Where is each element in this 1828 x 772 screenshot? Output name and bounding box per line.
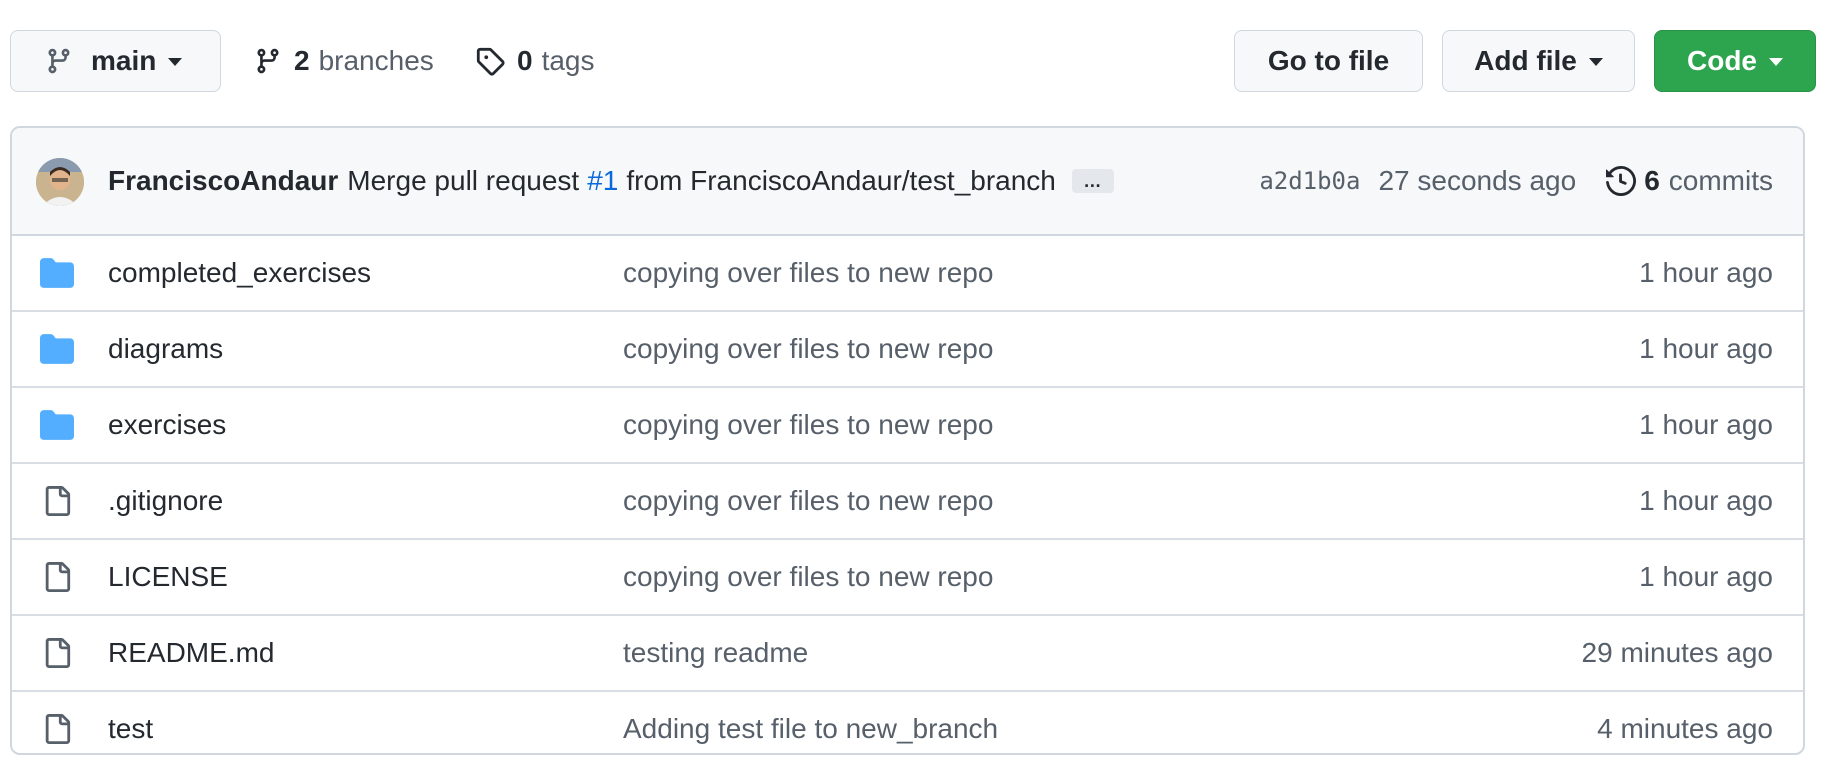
branches-link[interactable]: 2 branches [254, 30, 434, 92]
file-icon [42, 486, 72, 516]
branch-name: main [91, 45, 157, 76]
commit-time: 27 seconds ago [1378, 165, 1577, 196]
branches-label: branches [318, 45, 434, 76]
table-row[interactable]: exercises copying over files to new repo 1… [12, 388, 1803, 464]
table-row[interactable]: .gitignore copying over files to new repo… [12, 464, 1803, 540]
avatar-image [36, 158, 84, 206]
go-to-file-button[interactable]: Go to file [1234, 30, 1423, 92]
tag-icon [476, 47, 505, 76]
commit-message-link[interactable]: copying over files to new repo [623, 333, 993, 365]
repo-toolbar: main 2 branches 0 tags Go to file Add fi… [10, 30, 1828, 94]
commit-author[interactable]: FranciscoAndaur [108, 165, 338, 197]
commit-meta: a2d1b0a 27 seconds ago 6 commits [1259, 128, 1773, 234]
commit-age: 29 minutes ago [1581, 637, 1773, 668]
commit-message-link[interactable]: testing readme [623, 637, 808, 669]
table-row[interactable]: test Adding test file to new_branch 4 minu… [12, 692, 1803, 753]
folder-icon [40, 332, 74, 366]
avatar[interactable] [36, 158, 84, 206]
branch-select-button[interactable]: main [10, 30, 221, 92]
history-icon [1606, 166, 1637, 196]
tags-count: 0 [517, 45, 533, 76]
table-row[interactable]: LICENSE copying over files to new repo 1 h… [12, 540, 1803, 616]
file-icon [42, 714, 72, 744]
chevron-down-icon [1769, 58, 1783, 66]
file-name-link[interactable]: LICENSE [108, 561, 228, 593]
commit-age: 1 hour ago [1639, 561, 1773, 592]
file-browser: FranciscoAndaur Merge pull request #1 fr… [10, 126, 1805, 755]
latest-commit-bar: FranciscoAndaur Merge pull request #1 fr… [12, 128, 1803, 236]
pull-request-link[interactable]: #1 [587, 165, 618, 197]
commits-label: commits [1668, 165, 1773, 196]
commit-age: 1 hour ago [1639, 257, 1773, 288]
expand-commit-button[interactable]: … [1071, 169, 1114, 193]
commit-message-link[interactable]: copying over files to new repo [623, 257, 993, 289]
commit-age: 4 minutes ago [1597, 713, 1773, 744]
file-name-link[interactable]: .gitignore [108, 485, 223, 517]
commit-age: 1 hour ago [1639, 485, 1773, 516]
git-branch-icon [48, 48, 70, 74]
git-branch-icon [257, 48, 279, 74]
commit-age: 1 hour ago [1639, 409, 1773, 440]
branches-count: 2 [294, 45, 310, 76]
commit-message-suffix[interactable]: from FranciscoAndaur/test_branch [626, 165, 1056, 197]
commit-age: 1 hour ago [1639, 333, 1773, 364]
tags-label: tags [541, 45, 595, 76]
commit-message-link[interactable]: copying over files to new repo [623, 409, 993, 441]
file-name-link[interactable]: diagrams [108, 333, 223, 365]
file-icon [42, 562, 72, 592]
chevron-down-icon [168, 58, 183, 66]
commits-history-link[interactable]: 6 commits [1606, 165, 1773, 197]
commit-message-link[interactable]: Adding test file to new_branch [623, 713, 998, 745]
commits-count: 6 [1644, 165, 1660, 196]
table-row[interactable]: README.md testing readme 29 minutes ago [12, 616, 1803, 692]
commit-message: FranciscoAndaur Merge pull request #1 fr… [108, 128, 1114, 234]
table-row[interactable]: completed_exercises copying over files to… [12, 236, 1803, 312]
file-list: completed_exercisescopying over files to… [12, 236, 1803, 753]
file-name-link[interactable]: completed_exercises [108, 257, 371, 289]
commit-message-link[interactable]: copying over files to new repo [623, 561, 993, 593]
file-name-link[interactable]: exercises [108, 409, 226, 441]
chevron-down-icon [1588, 58, 1603, 66]
folder-icon [40, 408, 74, 442]
folder-icon [40, 256, 74, 290]
add-file-label: Add file [1474, 45, 1577, 76]
commit-sha[interactable]: a2d1b0a [1259, 167, 1360, 195]
add-file-button[interactable]: Add file [1442, 30, 1635, 92]
go-to-file-label: Go to file [1267, 45, 1390, 76]
tags-link[interactable]: 0 tags [475, 30, 595, 92]
commit-message-link[interactable]: copying over files to new repo [623, 485, 993, 517]
code-label: Code [1687, 45, 1757, 76]
table-row[interactable]: diagrams copying over files to new repo 1 … [12, 312, 1803, 388]
code-button[interactable]: Code [1654, 30, 1816, 92]
file-name-link[interactable]: test [108, 713, 153, 745]
commit-message-prefix[interactable]: Merge pull request [347, 165, 579, 197]
file-name-link[interactable]: README.md [108, 637, 274, 669]
file-icon [42, 638, 72, 668]
